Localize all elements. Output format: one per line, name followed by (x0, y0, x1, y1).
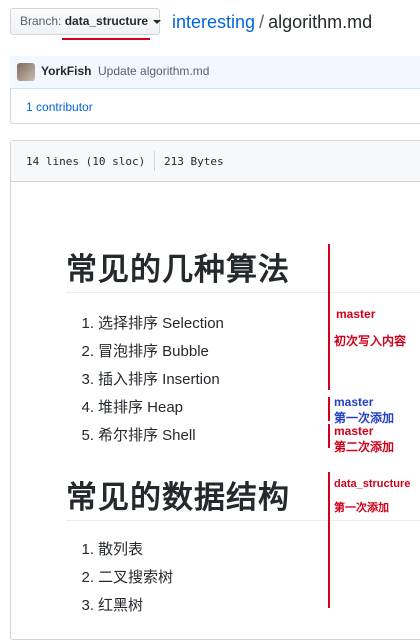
list-item: 1. 散列表 (81, 541, 144, 558)
annotation-bar (328, 472, 330, 608)
file-size: 213 Bytes (164, 155, 224, 168)
file-box (10, 140, 420, 640)
list-item: 5. 希尔排序 Shell (81, 427, 196, 444)
list-item: 2. 冒泡排序 Bubble (81, 343, 209, 360)
contributors-label: contributor (36, 100, 93, 114)
heading-data-structures: 常见的数据结构 (66, 480, 290, 515)
contributors-count: 1 (26, 100, 33, 114)
branch-value: data_structure (64, 14, 149, 28)
avatar[interactable] (17, 63, 35, 81)
annotation-branch: data_structure (334, 478, 411, 490)
branch-label: Branch: (20, 14, 62, 28)
heading-divider (66, 520, 420, 521)
commit-author[interactable]: YorkFish (41, 64, 91, 78)
heading-algorithms: 常见的几种算法 (66, 252, 290, 287)
list-item: 1. 选择排序 Selection (81, 315, 224, 332)
annotation-underline (62, 38, 150, 40)
list-item: 3. 插入排序 Insertion (81, 371, 220, 388)
repo-link[interactable]: interesting (172, 12, 255, 32)
file-header-divider (154, 151, 155, 171)
breadcrumb-separator: / (259, 12, 265, 32)
annotation-bar (328, 244, 330, 390)
file-name: algorithm.md (268, 12, 373, 32)
annotation-note: 第二次添加 (334, 440, 395, 454)
breadcrumb: interesting / algorithm.md (172, 10, 372, 34)
annotation-bar (328, 424, 330, 448)
annotation-branch: master (336, 307, 376, 321)
list-item: 2. 二叉搜索树 (81, 569, 174, 586)
annotation-branch: master (334, 424, 374, 438)
chevron-down-icon (153, 19, 162, 24)
annotation-branch: master (334, 395, 374, 409)
list-item: 3. 红黑树 (81, 597, 144, 614)
file-line-count: 14 lines (10 sloc) (26, 155, 146, 168)
branch-select-button[interactable]: Branch: data_structure (10, 8, 162, 35)
annotation-note: 初次写入内容 (334, 334, 407, 348)
heading-divider (66, 292, 420, 293)
annotation-note: 第一次添加 (334, 502, 389, 514)
contributors-link[interactable]: 1 contributor (26, 100, 93, 114)
annotation-bar (328, 397, 330, 421)
list-item: 4. 堆排序 Heap (81, 399, 184, 416)
commit-message[interactable]: Update algorithm.md (98, 64, 209, 78)
